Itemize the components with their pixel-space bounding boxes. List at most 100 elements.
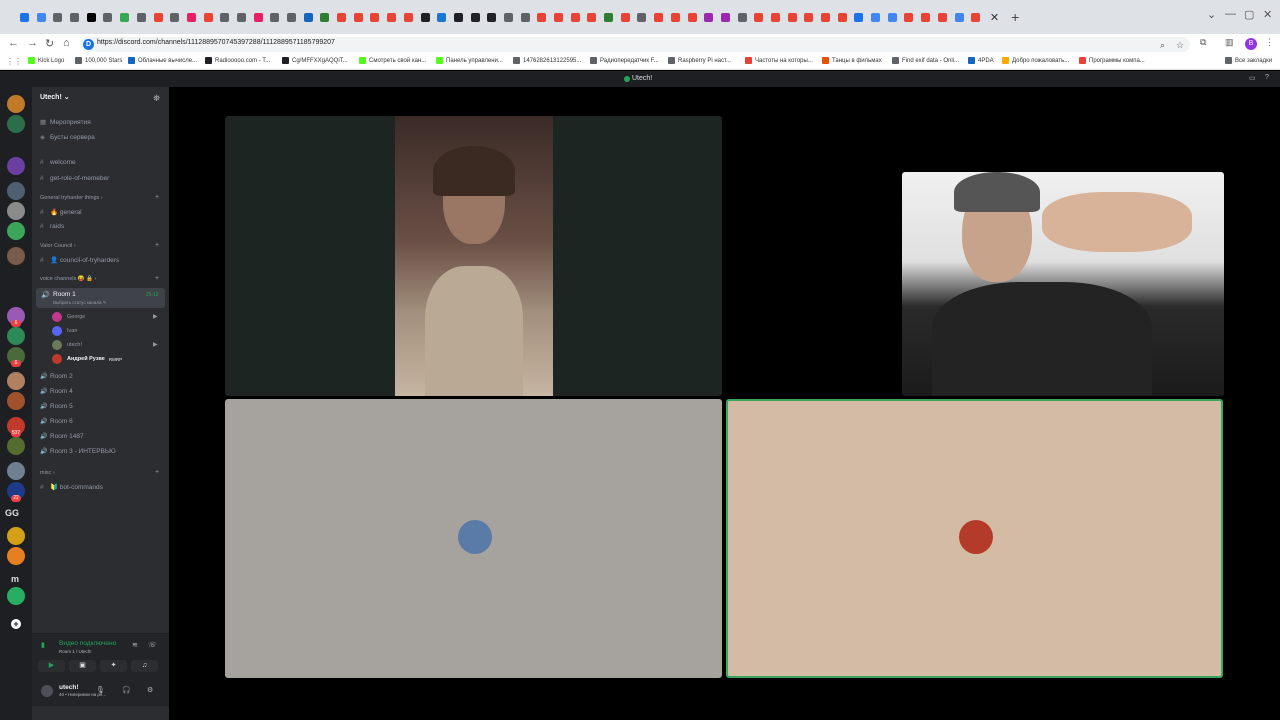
browser-tab[interactable] <box>70 12 80 22</box>
browser-tab[interactable] <box>737 12 747 22</box>
browser-tab[interactable] <box>36 12 46 22</box>
soundboard-button[interactable]: ♫ <box>131 660 158 672</box>
server-icon[interactable] <box>7 372 25 390</box>
channel-get-role[interactable]: # get-role-of-memeber <box>40 175 109 182</box>
server-text-icon[interactable]: GG <box>5 508 19 518</box>
bookmark-item[interactable]: 4PDA <box>968 57 994 64</box>
boosts-item[interactable]: ◈ Бусты сервера <box>40 133 95 141</box>
bookmark-item[interactable]: Радиопередатчик F... <box>590 57 659 64</box>
voice-channel[interactable]: 🔊 Room 6 <box>40 418 73 425</box>
server-icon[interactable] <box>7 462 25 480</box>
voice-channel-room-1[interactable]: 🔊 Room 1 Выбрать статус канала ✎ 25:12 <box>36 288 165 308</box>
bookmark-item[interactable]: 1476282613122595... <box>513 57 581 64</box>
server-icon[interactable] <box>7 202 25 220</box>
tab-close-icon[interactable]: ✕ <box>990 11 999 24</box>
server-icon[interactable] <box>7 157 25 175</box>
browser-tab[interactable] <box>253 12 263 22</box>
browser-tab[interactable] <box>220 12 230 22</box>
omnibox[interactable]: D https://discord.com/channels/111288957… <box>80 37 1190 52</box>
create-channel-icon[interactable]: + <box>155 275 159 282</box>
url-text[interactable]: https://discord.com/channels/11128895707… <box>97 39 335 46</box>
events-item[interactable]: ▦ Мероприятия <box>40 118 91 126</box>
voice-status-setter[interactable]: Выбрать статус канала ✎ <box>53 300 107 306</box>
voice-member[interactable]: Андрей Рузве RMRP <box>52 354 122 364</box>
browser-tab[interactable] <box>787 12 797 22</box>
tab-search-icon[interactable]: ⌄ <box>1207 8 1216 21</box>
server-icon[interactable] <box>7 247 25 265</box>
browser-tab[interactable] <box>53 12 63 22</box>
category-general[interactable]: General tryharder things › <box>40 195 103 201</box>
channel-general[interactable]: # 🔥 general <box>40 208 82 216</box>
browser-tab[interactable] <box>654 12 664 22</box>
browser-tab[interactable] <box>620 12 630 22</box>
home-icon[interactable]: ⌂ <box>63 37 70 49</box>
create-channel-icon[interactable]: + <box>155 194 159 201</box>
bookmark-item[interactable]: Добро пожаловать... <box>1002 57 1069 64</box>
browser-tab[interactable] <box>937 12 947 22</box>
profile-avatar[interactable]: B <box>1245 38 1257 50</box>
server-icon[interactable] <box>7 527 25 545</box>
browser-tab[interactable] <box>170 12 180 22</box>
bookmark-item[interactable]: Облачные вычисле... <box>128 57 197 64</box>
voice-member[interactable]: utech! <box>52 340 82 350</box>
browser-tab[interactable] <box>353 12 363 22</box>
browser-tab[interactable] <box>120 12 130 22</box>
browser-tab[interactable] <box>303 12 313 22</box>
category-misc[interactable]: misc › <box>40 470 55 476</box>
username[interactable]: utech! <box>59 684 79 691</box>
disconnect-icon[interactable]: ☏ <box>148 641 157 649</box>
signal-bars-icon[interactable]: ▮ <box>41 641 45 649</box>
create-channel-icon[interactable]: + <box>155 242 159 249</box>
browser-tab[interactable] <box>236 12 246 22</box>
camera-button[interactable]: ▶ <box>38 660 65 672</box>
channel-bot-commands[interactable]: # 🔰 bot-commands <box>40 483 103 491</box>
bookmark-item[interactable]: 100,000 Stars <box>75 57 122 64</box>
browser-tab[interactable] <box>604 12 614 22</box>
browser-tab[interactable] <box>971 12 981 22</box>
back-icon[interactable]: ← <box>8 37 19 49</box>
category-voice-channels[interactable]: voice channels 😝 🔒 › <box>40 276 97 282</box>
settings-gear-icon[interactable]: ⚙ <box>147 686 153 694</box>
sidepanel-icon[interactable]: ▥ <box>1225 37 1234 48</box>
server-icon[interactable] <box>7 115 25 133</box>
new-tab-button[interactable]: + <box>1011 9 1019 25</box>
browser-tab[interactable] <box>854 12 864 22</box>
browser-tab[interactable] <box>387 12 397 22</box>
browser-tab[interactable] <box>20 12 29 22</box>
forward-icon[interactable]: → <box>27 37 38 49</box>
server-icon[interactable] <box>7 182 25 200</box>
server-icon[interactable] <box>7 392 25 410</box>
bookmark-item[interactable]: Raspberry Pi наст... <box>668 57 731 64</box>
video-tile-camera-2[interactable] <box>902 172 1224 396</box>
voice-member[interactable]: Ivan <box>52 326 77 336</box>
browser-tab[interactable] <box>954 12 964 22</box>
browser-tab[interactable] <box>871 12 881 22</box>
screenshare-button[interactable]: ▣ <box>69 660 96 672</box>
headphones-icon[interactable]: 🎧 <box>122 686 131 694</box>
browser-tab[interactable] <box>887 12 897 22</box>
browser-tab[interactable] <box>921 12 931 22</box>
zoom-icon[interactable]: ⌕ <box>1160 40 1165 51</box>
voice-channel[interactable]: 🔊 Room 1487 <box>40 433 84 440</box>
noise-suppression-icon[interactable]: ≋ <box>132 641 138 649</box>
browser-tab[interactable] <box>687 12 697 22</box>
browser-tab[interactable] <box>704 12 714 22</box>
browser-tab[interactable] <box>503 12 513 22</box>
voice-member[interactable]: George <box>52 312 85 322</box>
browser-tab[interactable] <box>337 12 347 22</box>
browser-tab[interactable] <box>754 12 764 22</box>
microphone-icon[interactable]: 🎙 <box>96 686 105 694</box>
maximize-button[interactable]: ▢ <box>1244 8 1254 21</box>
browser-tab[interactable] <box>770 12 780 22</box>
browser-tab[interactable] <box>320 12 330 22</box>
window-close-button[interactable]: ✕ <box>1263 8 1272 21</box>
browser-tab[interactable] <box>554 12 563 22</box>
bookmark-item[interactable]: Смотреть свой кан... <box>359 57 426 64</box>
help-icon[interactable]: ? <box>1265 74 1269 81</box>
bookmark-item[interactable]: Программы компа... <box>1079 57 1145 64</box>
bookmark-item[interactable]: Kick Logo <box>28 57 64 64</box>
server-icon[interactable] <box>7 547 25 565</box>
all-bookmarks-button[interactable]: Все закладки <box>1225 57 1272 64</box>
video-tile-camera-1[interactable] <box>225 116 722 396</box>
server-icon[interactable] <box>7 587 25 605</box>
